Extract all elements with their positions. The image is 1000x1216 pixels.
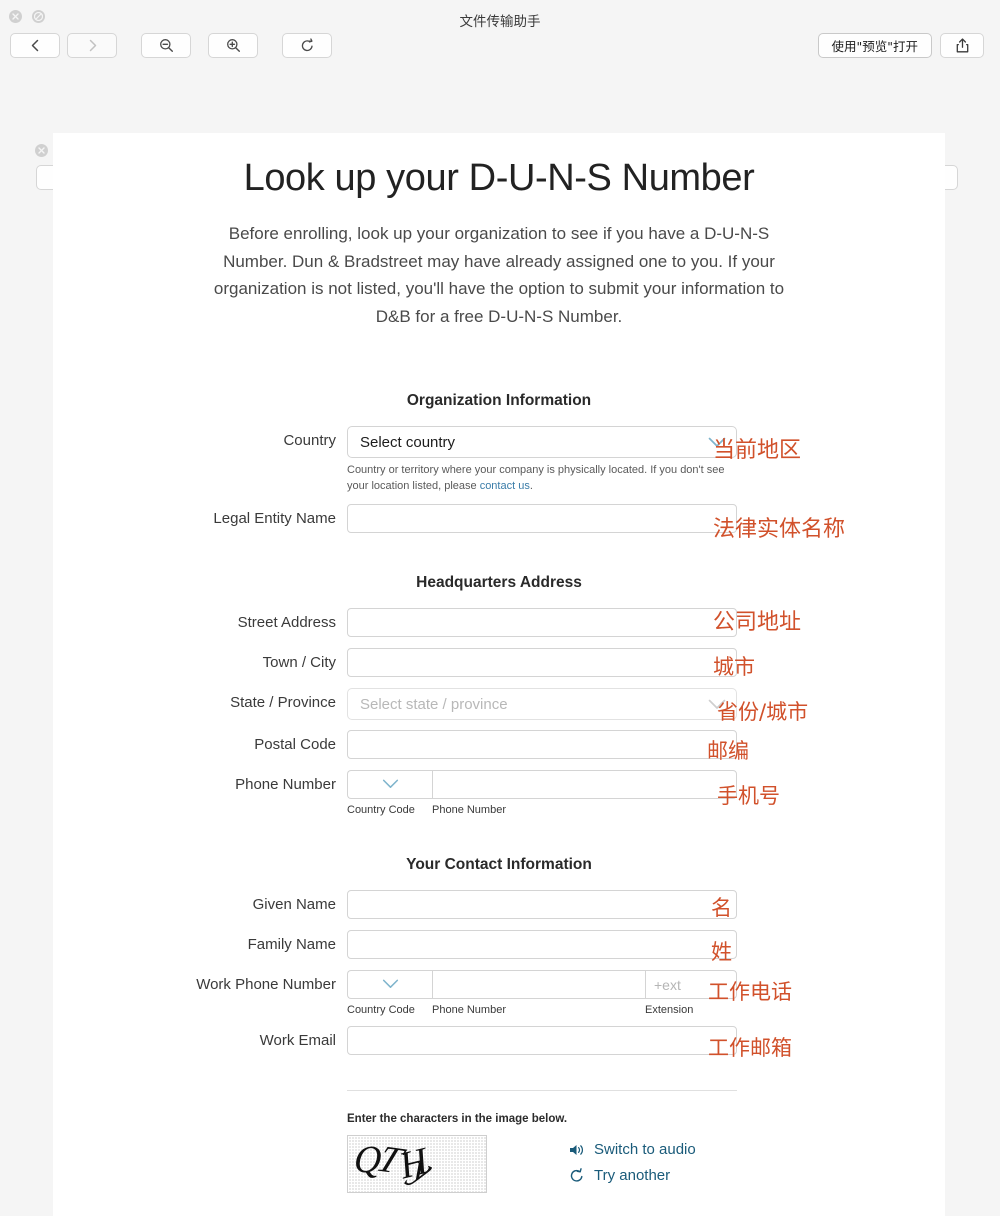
window-title-top: 文件传输助手 xyxy=(459,14,541,30)
document-preview-card: Look up your D-U-N-S Number Before enrol… xyxy=(53,133,945,1216)
annotation-5: 邮编 xyxy=(707,739,749,763)
label-given-name: Given Name xyxy=(252,896,336,913)
field-town-city: Town / City xyxy=(53,648,945,678)
sublabel-phone-number: Phone Number xyxy=(432,804,506,816)
chevron-down-icon xyxy=(382,776,399,794)
family-name-input[interactable] xyxy=(347,930,737,959)
field-state-province: State / Province Select state / province xyxy=(53,688,945,720)
field-family-name: Family Name xyxy=(53,930,945,960)
country-helper-before: Country or territory where your company … xyxy=(347,464,725,492)
refresh-icon xyxy=(569,1168,585,1183)
quicklook-window-inner: 文件传输助手 使用"预览"打开 xyxy=(0,68,1000,190)
postal-code-input[interactable] xyxy=(347,730,737,759)
field-given-name: Given Name xyxy=(53,890,945,920)
label-street-address: Street Address xyxy=(237,614,336,631)
town-city-input[interactable] xyxy=(347,648,737,677)
annotation-3: 城市 xyxy=(713,655,755,679)
sublabel-country-code: Country Code xyxy=(347,804,415,816)
annotation-8: 姓 xyxy=(711,940,732,964)
forward-arrow-icon[interactable] xyxy=(67,33,117,58)
captcha-image: QTHy xyxy=(347,1135,487,1193)
field-street-address: Street Address xyxy=(53,608,945,638)
sublabel-country-code: Country Code xyxy=(347,1004,415,1016)
annotation-2: 公司地址 xyxy=(713,610,802,635)
sublabel-extension: Extension xyxy=(645,1004,694,1016)
section-heading-organization: Organization Information xyxy=(406,392,592,409)
annotation-7: 名 xyxy=(711,896,732,920)
label-legal-entity-name: Legal Entity Name xyxy=(213,510,336,527)
street-address-input[interactable] xyxy=(347,608,737,637)
chevron-down-icon xyxy=(382,976,399,994)
label-town-city: Town / City xyxy=(262,654,336,671)
label-work-email: Work Email xyxy=(259,1032,336,1049)
try-another-link[interactable]: Try another xyxy=(569,1167,696,1184)
label-state-province: State / Province xyxy=(230,694,336,711)
legal-entity-name-input[interactable] xyxy=(347,504,737,533)
sublabel-phone-number: Phone Number xyxy=(432,1004,506,1016)
annotation-6: 手机号 xyxy=(717,784,780,808)
page-intro: Before enrolling, look up your organizat… xyxy=(213,224,785,326)
switch-to-audio-label: Switch to audio xyxy=(594,1141,696,1158)
country-helper-text: Country or territory where your company … xyxy=(347,463,737,494)
state-province-placeholder: Select state / province xyxy=(360,695,508,713)
field-phone-number: Phone Number Country Code Phone Number xyxy=(53,770,945,816)
duns-lookup-form: Organization Information Country Select … xyxy=(53,392,945,1193)
captcha-characters: QTHy xyxy=(353,1138,437,1192)
annotation-1: 法律实体名称 xyxy=(713,517,846,542)
captcha-section: Enter the characters in the image below.… xyxy=(347,1091,847,1193)
back-arrow-icon[interactable] xyxy=(10,33,60,58)
field-country: Country Select country Country or territ… xyxy=(53,426,945,494)
contact-us-link[interactable]: contact us xyxy=(480,480,530,492)
field-postal-code: Postal Code xyxy=(53,730,945,760)
captcha-links: Switch to audio Try another xyxy=(569,1135,696,1193)
country-helper-after: . xyxy=(529,479,533,492)
label-phone-number: Phone Number xyxy=(235,776,336,793)
switch-to-audio-link[interactable]: Switch to audio xyxy=(569,1141,696,1158)
country-select-value: Select country xyxy=(360,433,456,451)
captcha-prompt: Enter the characters in the image below. xyxy=(347,1113,568,1125)
label-family-name: Family Name xyxy=(247,936,336,953)
given-name-input[interactable] xyxy=(347,890,737,919)
state-province-select[interactable]: Select state / province xyxy=(347,688,737,720)
phone-sublabels: Country Code Phone Number xyxy=(347,804,737,816)
work-phone-number-input[interactable] xyxy=(432,970,645,999)
speaker-icon xyxy=(569,1143,585,1157)
annotation-4: 省份/城市 xyxy=(717,700,809,724)
share-icon[interactable] xyxy=(940,33,984,58)
zoom-out-icon[interactable] xyxy=(141,33,191,58)
label-postal-code: Postal Code xyxy=(254,736,336,753)
try-another-label: Try another xyxy=(594,1167,671,1184)
annotation-0: 当前地区 xyxy=(713,438,802,463)
work-email-input[interactable] xyxy=(347,1026,737,1055)
open-with-preview-button[interactable]: 使用"预览"打开 xyxy=(817,33,932,58)
phone-number-input[interactable] xyxy=(432,770,737,799)
rotate-icon[interactable] xyxy=(282,33,332,58)
label-country: Country xyxy=(283,432,336,449)
label-work-phone-number: Work Phone Number xyxy=(196,976,336,993)
section-heading-contact: Your Contact Information xyxy=(406,856,592,873)
annotation-9: 工作电话 xyxy=(708,980,792,1004)
phone-country-code-select[interactable] xyxy=(347,770,432,799)
quicklook-actions-top: 使用"预览"打开 xyxy=(817,33,984,58)
field-work-email: Work Email xyxy=(53,1026,945,1056)
quicklook-toolbar-top xyxy=(10,33,332,58)
field-work-phone-number: Work Phone Number Country Code Phon xyxy=(53,970,945,1016)
zoom-in-icon[interactable] xyxy=(208,33,258,58)
work-phone-sublabels: Country Code Phone Number Extension xyxy=(347,1004,737,1016)
page-title: Look up your D-U-N-S Number xyxy=(243,157,755,199)
work-phone-country-code-select[interactable] xyxy=(347,970,432,999)
annotation-10: 工作邮箱 xyxy=(708,1036,792,1060)
country-select[interactable]: Select country xyxy=(347,426,737,458)
quicklook-window-top: 文件传输助手 使用"预览"打开 xyxy=(0,0,1000,68)
section-heading-headquarters: Headquarters Address xyxy=(416,574,582,591)
